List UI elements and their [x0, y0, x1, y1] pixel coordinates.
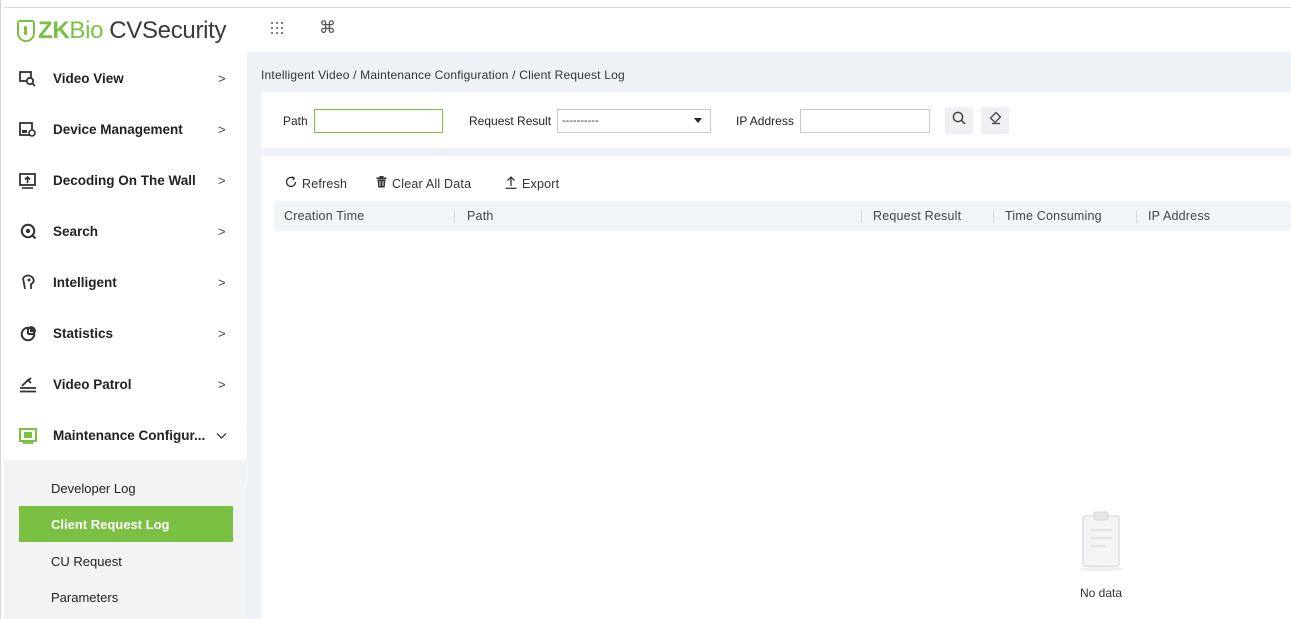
breadcrumb: Intelligent Video / Maintenance Configur…	[261, 68, 625, 82]
sidebar-item-search[interactable]: Search >	[4, 206, 247, 257]
search-button[interactable]	[945, 107, 973, 134]
column-divider	[454, 210, 455, 223]
no-data-text: No data	[1079, 586, 1123, 600]
ip-address-label: IP Address	[736, 114, 794, 128]
top-bar: ZK Bio CVSecurity ⌘	[4, 8, 1291, 52]
caret-down-icon	[694, 118, 702, 123]
request-result-selected-value: ----------	[562, 115, 599, 127]
sidebar-item-label: Video Patrol	[53, 377, 132, 392]
sidebar-item-statistics[interactable]: Statistics >	[4, 308, 247, 359]
eraser-icon	[988, 111, 1002, 130]
logo-text-product: CVSecurity	[109, 17, 227, 44]
request-result-select[interactable]: ----------	[557, 109, 711, 133]
path-label: Path	[283, 114, 308, 128]
sidebar-item-label: Decoding On The Wall	[53, 173, 196, 188]
sidebar-item-video-patrol[interactable]: Video Patrol >	[4, 359, 247, 410]
refresh-label: Refresh	[302, 176, 348, 191]
chevron-down-icon	[216, 428, 227, 443]
chevron-right-icon: >	[218, 275, 226, 290]
sidebar-item-maintenance-configuration[interactable]: Maintenance Configur...	[4, 410, 247, 461]
intelligent-icon	[18, 273, 38, 293]
main-content: Intelligent Video / Maintenance Configur…	[247, 52, 1291, 619]
chevron-right-icon: >	[218, 377, 226, 392]
column-header-request-result[interactable]: Request Result	[873, 209, 961, 223]
logo-text-bio: Bio	[69, 17, 104, 44]
request-result-label: Request Result	[469, 114, 552, 128]
clipboard-icon	[1079, 511, 1123, 571]
sidebar-item-label: Maintenance Configur...	[53, 428, 206, 443]
chevron-right-icon: >	[218, 71, 226, 86]
column-header-path[interactable]: Path	[467, 209, 494, 223]
search-icon	[952, 111, 966, 130]
sidebar-item-video-view[interactable]: Video View >	[4, 53, 247, 104]
sidebar-item-device-management[interactable]: Device Management >	[4, 104, 247, 155]
trash-icon	[376, 176, 387, 191]
sidebar-item-decoding-on-the-wall[interactable]: Decoding On The Wall >	[4, 155, 247, 206]
submenu-item-developer-log[interactable]: Developer Log	[19, 470, 233, 506]
sidebar-item-intelligent[interactable]: Intelligent >	[4, 257, 247, 308]
clear-filter-button[interactable]	[981, 107, 1009, 134]
statistics-icon	[18, 324, 38, 344]
maintenance-icon	[18, 426, 38, 446]
log-panel: Refresh Clear All Data Export Creation T…	[261, 156, 1291, 619]
column-divider	[861, 210, 862, 223]
submenu-item-client-request-log[interactable]: Client Request Log	[19, 506, 233, 542]
shield-logo-icon	[17, 20, 35, 42]
chevron-right-icon: >	[218, 326, 226, 341]
sidebar-item-label: Intelligent	[53, 275, 117, 290]
refresh-icon	[285, 176, 297, 191]
chevron-right-icon: >	[218, 224, 226, 239]
path-input[interactable]	[314, 109, 443, 133]
export-label: Export	[522, 177, 560, 191]
export-icon	[505, 176, 517, 192]
column-header-creation-time[interactable]: Creation Time	[284, 209, 364, 223]
maintenance-submenu: Developer Log Client Request Log CU Requ…	[4, 460, 247, 619]
ip-address-input[interactable]	[800, 109, 930, 133]
command-icon[interactable]: ⌘	[319, 18, 336, 38]
search-menu-icon	[18, 222, 38, 242]
sidebar: Video View > Device Management > Decodin…	[4, 52, 247, 619]
clear-all-data-label: Clear All Data	[392, 176, 472, 191]
clear-all-data-button[interactable]: Clear All Data	[376, 176, 471, 191]
column-divider	[1136, 210, 1137, 223]
device-management-icon	[18, 120, 38, 140]
sidebar-item-label: Statistics	[53, 326, 114, 341]
submenu-item-parameters[interactable]: Parameters	[19, 579, 233, 615]
video-view-icon	[18, 69, 38, 89]
refresh-button[interactable]: Refresh	[285, 176, 347, 191]
filter-panel: Path Request Result ---------- IP Addres…	[261, 92, 1291, 148]
chevron-right-icon: >	[218, 173, 226, 188]
decoding-wall-icon	[18, 171, 38, 191]
sidebar-item-label: Video View	[53, 71, 124, 86]
chevron-right-icon: >	[218, 122, 226, 137]
logo-text-zk: ZK	[38, 17, 70, 44]
export-button[interactable]: Export	[505, 176, 559, 192]
table-header: Creation Time Path Request Result Time C…	[274, 201, 1291, 231]
grid-icon[interactable]	[270, 20, 284, 40]
column-header-time-consuming[interactable]: Time Consuming	[1005, 209, 1102, 223]
app-logo[interactable]: ZK Bio CVSecurity	[17, 17, 227, 45]
submenu-item-cu-request[interactable]: CU Request	[19, 543, 233, 579]
column-header-ip-address[interactable]: IP Address	[1148, 209, 1210, 223]
video-patrol-icon	[18, 375, 38, 395]
sidebar-item-label: Search	[53, 224, 99, 239]
sidebar-item-label: Device Management	[53, 122, 183, 137]
column-divider	[993, 210, 994, 223]
